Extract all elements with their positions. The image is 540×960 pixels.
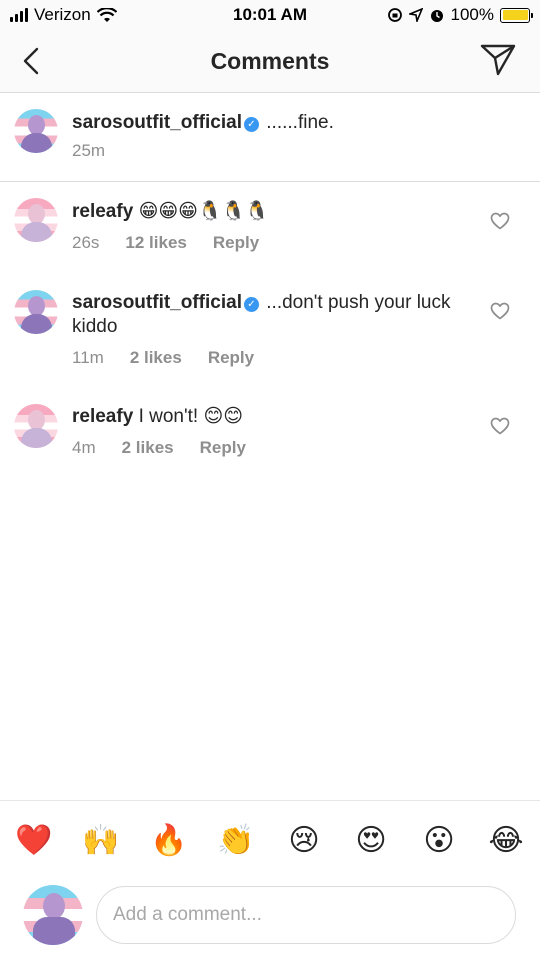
reply-button[interactable]: Reply xyxy=(200,438,246,458)
emoji-surprised-icon[interactable]: 😮 xyxy=(419,821,459,861)
caption-meta: 25m xyxy=(72,141,105,161)
username[interactable]: releafy xyxy=(72,201,133,222)
emoji-crying-icon[interactable]: 😢 xyxy=(284,821,324,861)
emoji-quick-bar: ❤️ 🙌 🔥 👏 😢 😍 😮 😂 xyxy=(0,800,540,878)
username[interactable]: sarosoutfit_official xyxy=(72,112,242,133)
direct-send-icon[interactable] xyxy=(480,43,516,77)
heart-icon[interactable] xyxy=(490,212,510,230)
comment-body: 😁😁😁🐧🐧🐧 xyxy=(138,201,269,222)
rotation-lock-icon xyxy=(387,8,402,22)
status-right: 100% xyxy=(387,5,533,25)
reply-button[interactable]: Reply xyxy=(208,348,254,368)
comment-meta: 4m 2 likes Reply xyxy=(72,438,246,458)
avatar[interactable] xyxy=(14,290,58,334)
location-icon xyxy=(408,8,423,22)
emoji-fire-icon[interactable]: 🔥 xyxy=(149,821,189,861)
reply-button[interactable]: Reply xyxy=(213,233,259,253)
likes-count[interactable]: 2 likes xyxy=(130,348,182,368)
emoji-heart-icon[interactable]: ❤️ xyxy=(14,821,54,861)
status-bar: Verizon 10:01 AM 100% xyxy=(0,0,540,30)
heart-icon[interactable] xyxy=(490,417,510,435)
comment-text: sarosoutfit_official ✓ ...don't push your… xyxy=(72,291,462,339)
caption-body: ......fine. xyxy=(266,112,334,133)
verified-badge-icon: ✓ xyxy=(243,297,259,312)
timestamp: 11m xyxy=(72,348,104,367)
comment-text: releafy I won't! 😊😊 xyxy=(72,405,472,429)
comment-item: releafy I won't! 😊😊 4m 2 likes Reply xyxy=(0,384,540,474)
avatar[interactable] xyxy=(14,198,58,242)
comment-text: releafy 😁😁😁🐧🐧🐧 xyxy=(72,200,472,224)
username[interactable]: releafy xyxy=(72,406,133,427)
emoji-heart-eyes-icon[interactable]: 😍 xyxy=(351,821,391,861)
username[interactable]: sarosoutfit_official xyxy=(72,292,242,313)
avatar[interactable] xyxy=(14,109,58,153)
alarm-icon xyxy=(430,10,443,22)
likes-count[interactable]: 12 likes xyxy=(125,233,186,253)
comment-meta: 26s 12 likes Reply xyxy=(72,233,259,253)
comment-body: I won't! 😊😊 xyxy=(138,406,244,427)
timestamp: 25m xyxy=(72,141,106,160)
heart-icon[interactable] xyxy=(490,302,510,320)
emoji-laughing-icon[interactable]: 😂 xyxy=(486,821,526,861)
avatar[interactable] xyxy=(14,404,58,448)
timestamp: 4m xyxy=(72,438,96,457)
composer-avatar xyxy=(23,885,83,945)
comment-meta: 11m 2 likes Reply xyxy=(72,348,254,368)
verified-badge-icon: ✓ xyxy=(243,117,259,132)
emoji-raising-hands-icon[interactable]: 🙌 xyxy=(81,821,121,861)
caption-text: sarosoutfit_official ✓ ......fine. xyxy=(72,111,472,135)
emoji-clap-icon[interactable]: 👏 xyxy=(216,821,256,861)
battery-percent: 100% xyxy=(450,5,494,24)
page-title: Comments xyxy=(210,48,330,74)
likes-count[interactable]: 2 likes xyxy=(122,438,174,458)
comment-item: sarosoutfit_official ✓ ...don't push your… xyxy=(0,272,540,384)
caption: sarosoutfit_official ✓ ......fine. 25m xyxy=(0,93,540,181)
timestamp: 26s xyxy=(72,233,100,252)
comment-input[interactable] xyxy=(96,886,516,944)
nav-bar: Comments xyxy=(0,30,540,93)
comment-item: releafy 😁😁😁🐧🐧🐧 26s 12 likes Reply xyxy=(0,182,540,272)
battery-icon xyxy=(500,7,533,23)
